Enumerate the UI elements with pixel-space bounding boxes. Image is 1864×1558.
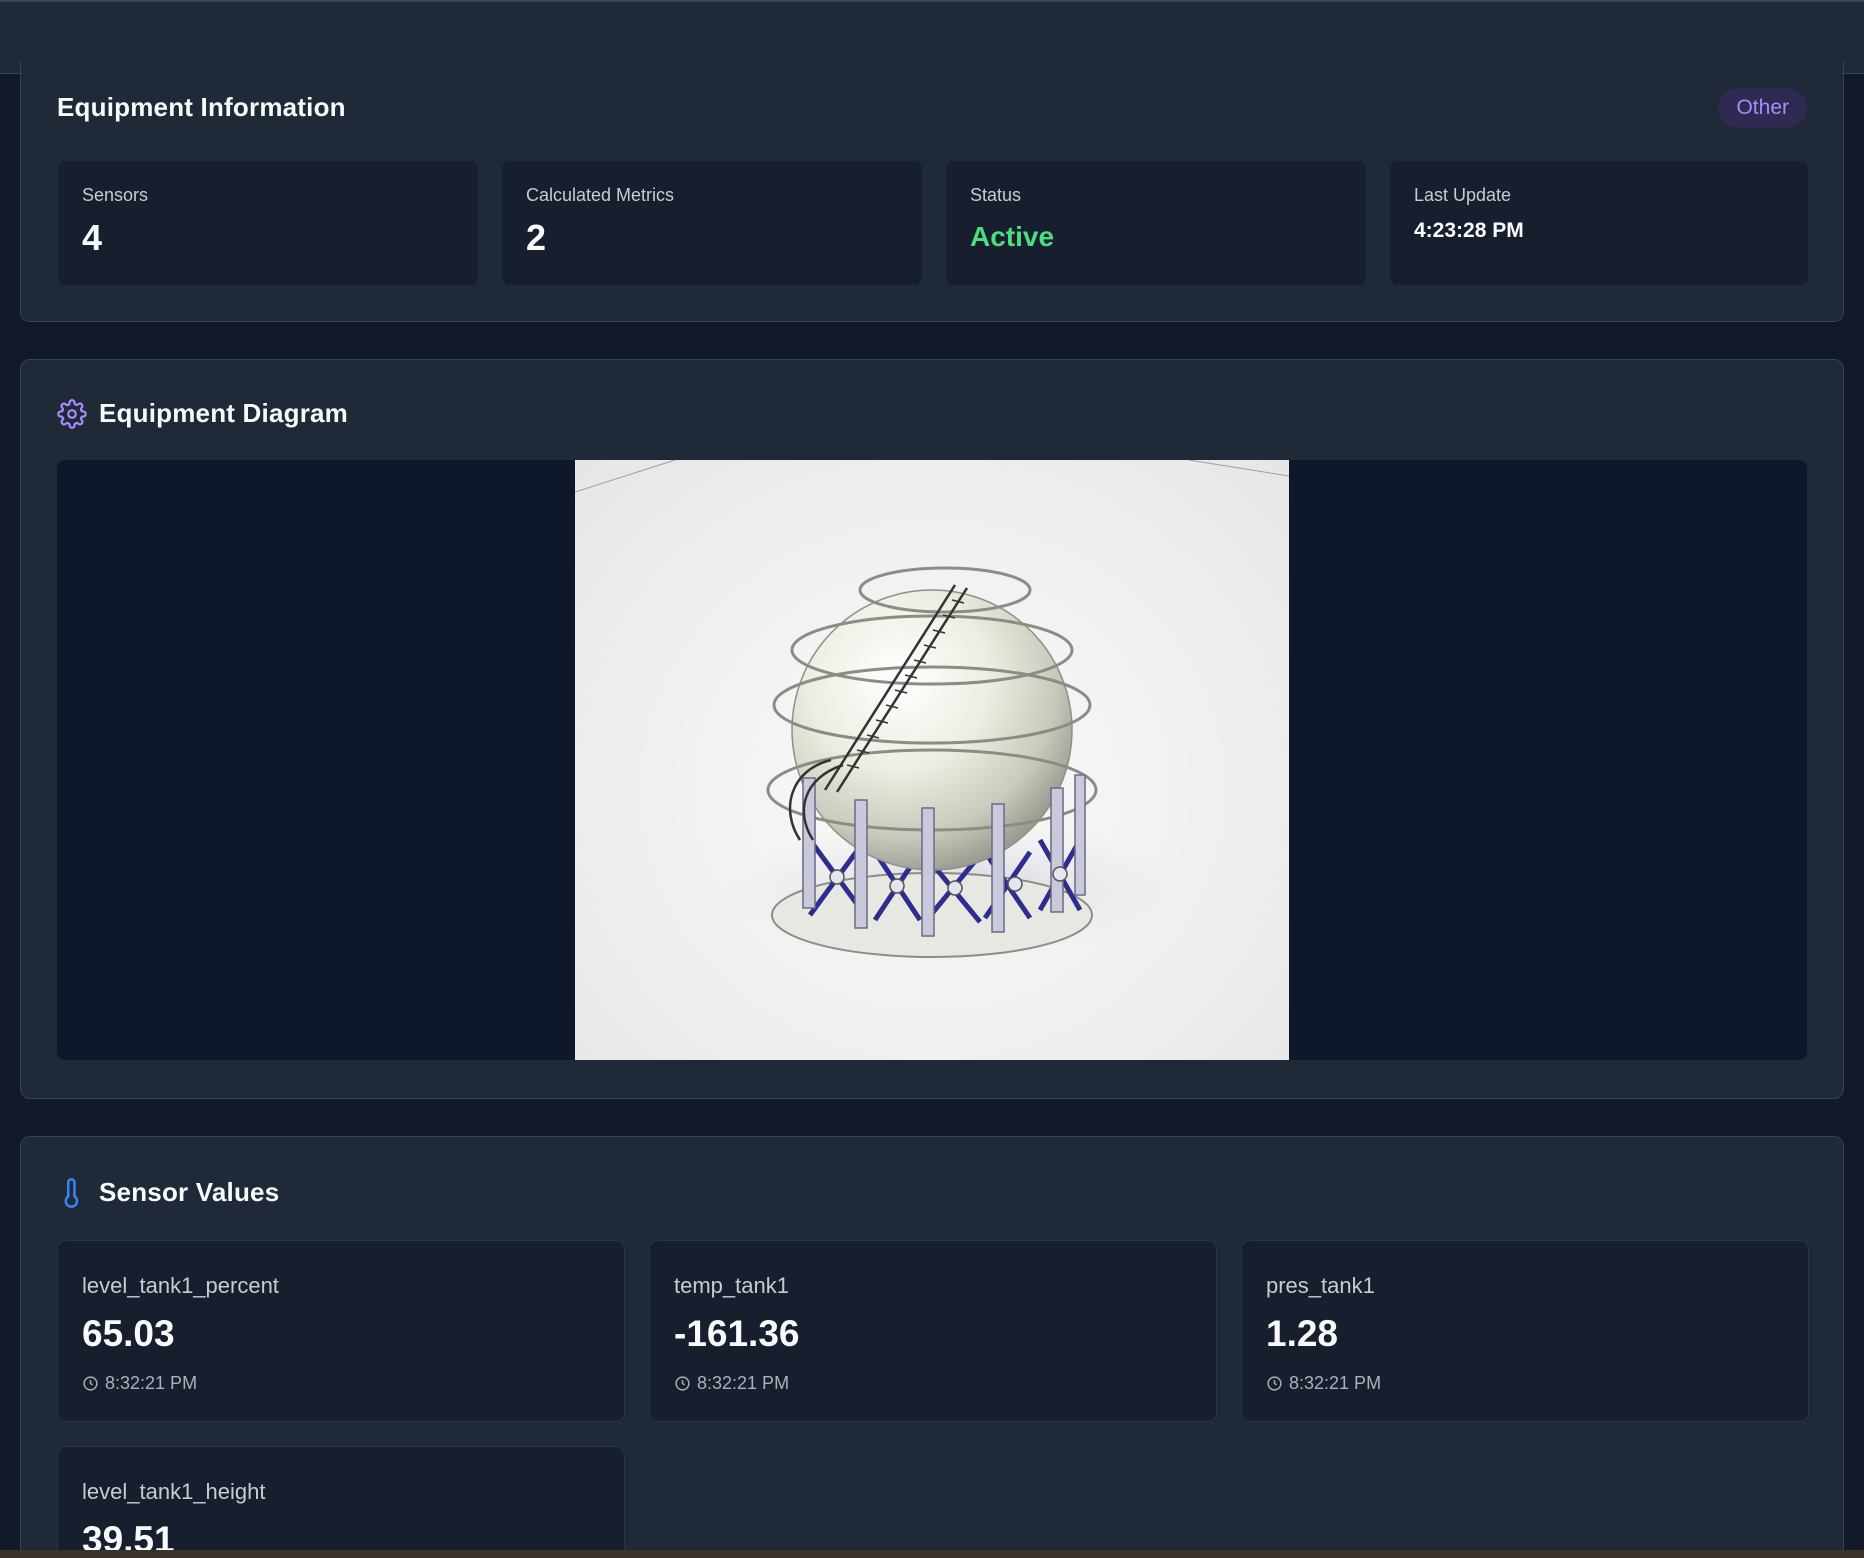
tile-status: Status Active [945, 160, 1367, 286]
sensor-values-title: Sensor Values [99, 1177, 280, 1207]
tile-calculated-metrics: Calculated Metrics 2 [501, 160, 923, 286]
sensor-card-level-height[interactable]: level_tank1_height 39.51 [57, 1446, 625, 1558]
sensor-value: -161.36 [674, 1313, 800, 1354]
sensor-name: level_tank1_percent [82, 1273, 279, 1298]
sensor-values-card: Sensor Values level_tank1_percent 65.03 … [20, 1136, 1844, 1558]
sensor-card-level-percent[interactable]: level_tank1_percent 65.03 8:32:21 PM [57, 1240, 625, 1422]
equipment-info-card: Equipment Information Other Sensors 4 Ca… [20, 60, 1844, 322]
sensor-time-text: 8:32:21 PM [697, 1373, 790, 1393]
diagram-title: Equipment Diagram [99, 398, 348, 428]
tile-label: Status [970, 185, 1022, 205]
equipment-diagram-card: Equipment Diagram [20, 359, 1844, 1099]
bottom-edge-strip [0, 1550, 1864, 1558]
sensor-timestamp: 8:32:21 PM [674, 1373, 789, 1394]
sensor-timestamp: 8:32:21 PM [1266, 1373, 1381, 1394]
sensor-name: temp_tank1 [674, 1273, 789, 1298]
status-value: Active [970, 221, 1055, 252]
gear-icon [57, 398, 87, 429]
sensor-card-pressure[interactable]: pres_tank1 1.28 8:32:21 PM [1241, 1240, 1809, 1422]
spherical-tank-render [575, 460, 1289, 960]
sensor-values-header: Sensor Values [57, 1177, 279, 1208]
tile-label: Calculated Metrics [526, 185, 675, 205]
last-update-value: 4:23:28 PM [1414, 219, 1524, 242]
thermometer-icon [57, 1177, 87, 1208]
sensor-name: pres_tank1 [1266, 1273, 1375, 1298]
clock-icon [83, 1376, 98, 1391]
sensor-timestamp: 8:32:21 PM [82, 1373, 197, 1394]
sensor-time-text: 8:32:21 PM [1289, 1373, 1382, 1393]
sensor-time-text: 8:32:21 PM [105, 1373, 198, 1393]
category-badge: Other [1718, 88, 1807, 128]
diagram-header: Equipment Diagram [57, 398, 348, 429]
clock-icon [675, 1376, 690, 1391]
equipment-info-title: Equipment Information [57, 92, 346, 122]
clock-icon [1267, 1376, 1282, 1391]
sensor-value: 1.28 [1266, 1313, 1339, 1354]
tile-sensors: Sensors 4 [57, 160, 479, 286]
tank-diagram-image [575, 460, 1289, 1060]
sensor-value: 65.03 [82, 1313, 175, 1354]
tile-value: 2 [526, 217, 547, 258]
sensor-name: level_tank1_height [82, 1479, 266, 1504]
tile-label: Sensors [82, 185, 149, 205]
tile-last-update: Last Update 4:23:28 PM [1389, 160, 1809, 286]
tile-label: Last Update [1414, 185, 1512, 205]
tile-value: 4 [82, 217, 103, 258]
sensor-card-temp[interactable]: temp_tank1 -161.36 8:32:21 PM [649, 1240, 1217, 1422]
diagram-viewport [57, 460, 1807, 1060]
